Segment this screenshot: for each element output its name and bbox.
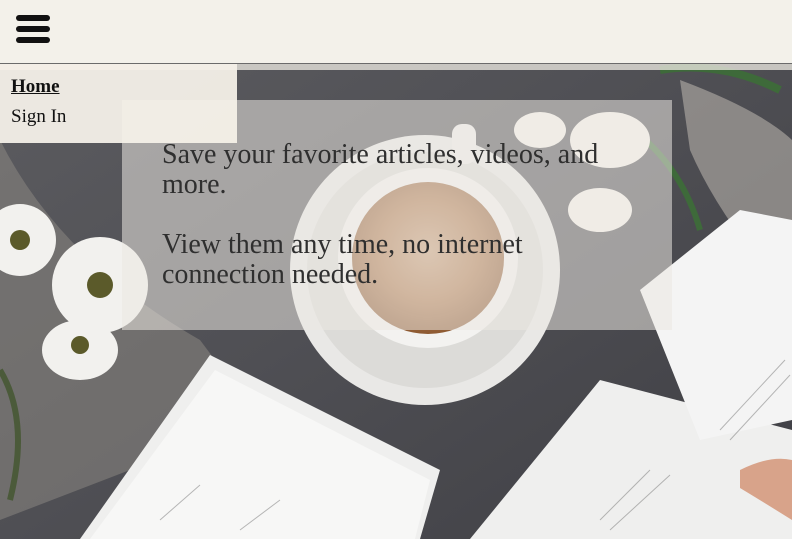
menu-line	[16, 26, 50, 32]
hero-text-line-1: Save your favorite articles, videos, and…	[162, 139, 599, 200]
nav-home-link[interactable]: Home	[11, 76, 60, 98]
top-bar	[0, 0, 792, 64]
dropdown-menu: Home Sign In	[0, 64, 237, 143]
menu-line	[16, 37, 50, 43]
nav-sign-in-link[interactable]: Sign In	[11, 106, 66, 128]
menu-line	[16, 15, 50, 21]
hero-text-line-2: View them any time, no internet connecti…	[162, 229, 523, 290]
hamburger-menu-icon[interactable]	[16, 15, 50, 45]
